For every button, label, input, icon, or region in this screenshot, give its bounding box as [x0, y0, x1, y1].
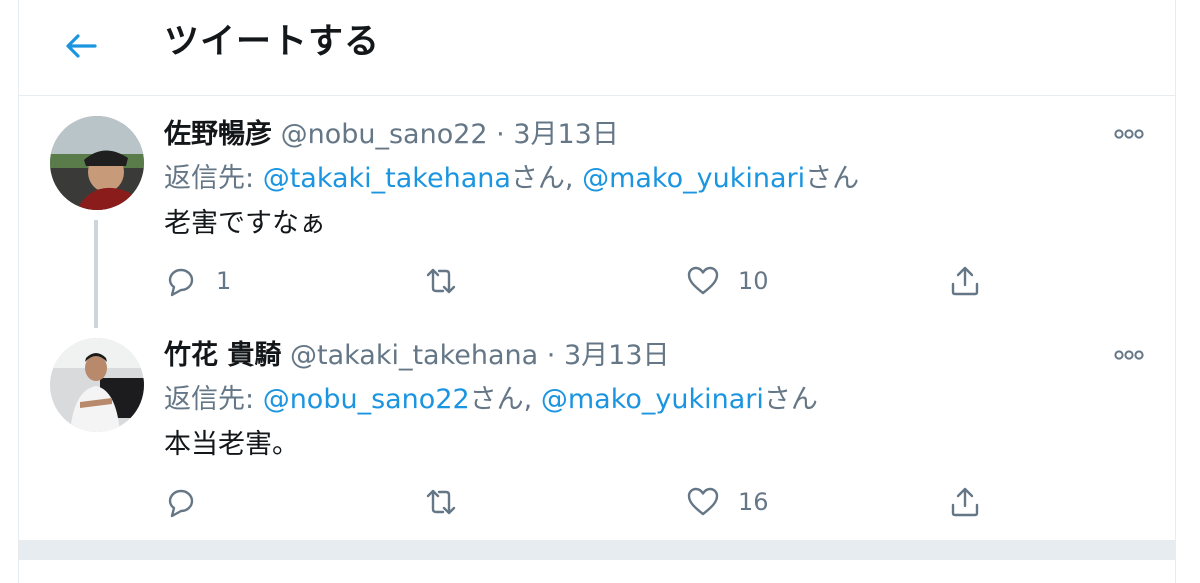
like-count: 10: [738, 267, 769, 295]
avatar[interactable]: [50, 116, 144, 210]
reply-context: 返信先: @takaki_takehanaさん, @mako_yukinariさ…: [164, 161, 859, 197]
user-handle[interactable]: @nobu_sano22: [281, 119, 488, 150]
more-button[interactable]: [1112, 342, 1146, 368]
tweet-text: 老害ですなぁ: [164, 208, 326, 239]
user-handle[interactable]: @takaki_takehana: [290, 340, 538, 371]
display-name[interactable]: 佐野暢彦: [164, 119, 272, 150]
reply-prefix: 返信先:: [164, 384, 263, 415]
heart-icon: [687, 266, 719, 295]
like-button[interactable]: 10: [686, 259, 769, 303]
reply-button[interactable]: 1: [164, 259, 231, 303]
tweet-detail-panel: ツイートする 佐野暢彦 @nobu_sano22 · 3月13日 返信先: @t…: [18, 0, 1176, 583]
retweet-button[interactable]: [424, 259, 476, 303]
reply-icon: [168, 489, 194, 518]
thread-connector: [94, 220, 98, 328]
like-count: 16: [738, 488, 769, 516]
share-button[interactable]: [948, 259, 982, 303]
more-icon: [1114, 129, 1144, 139]
tweet[interactable]: 佐野暢彦 @nobu_sano22 · 3月13日 返信先: @takaki_t…: [19, 97, 1175, 319]
mention-link[interactable]: @takaki_takehana: [263, 163, 511, 194]
page-title: ツイートする: [164, 22, 381, 62]
mention-link[interactable]: @mako_yukinari: [541, 384, 764, 415]
retweet-icon: [426, 268, 456, 294]
avatar[interactable]: [50, 338, 144, 432]
reply-icon: [168, 268, 194, 297]
share-button[interactable]: [948, 480, 982, 524]
share-icon: [951, 266, 979, 296]
arrow-left-icon: [66, 34, 97, 58]
tweet-date[interactable]: 3月13日: [513, 119, 619, 150]
mention-link[interactable]: @mako_yukinari: [582, 163, 805, 194]
page-header: ツイートする: [19, 0, 1175, 96]
tweet-text: 本当老害。: [164, 429, 299, 460]
tweet-header: 佐野暢彦 @nobu_sano22 · 3月13日: [164, 117, 619, 153]
retweet-button[interactable]: [424, 480, 476, 524]
separator-dot: ·: [487, 119, 514, 150]
like-button[interactable]: 16: [686, 480, 769, 524]
tweet-header: 竹花 貴騎 @takaki_takehana · 3月13日: [164, 338, 670, 374]
share-icon: [951, 487, 979, 517]
avatar-photo: [50, 116, 144, 210]
mention-suffix: さん: [763, 384, 818, 415]
mention-link[interactable]: @nobu_sano22: [263, 384, 470, 415]
mention-suffix: さん: [805, 163, 860, 194]
mention-suffix: さん,: [510, 163, 583, 194]
reply-button[interactable]: [164, 480, 216, 524]
back-button[interactable]: [59, 24, 103, 68]
reply-prefix: 返信先:: [164, 163, 263, 194]
retweet-icon: [426, 489, 456, 515]
more-button[interactable]: [1112, 121, 1146, 147]
tweet-actions: 16: [164, 480, 1044, 524]
separator-dot: ·: [538, 340, 564, 371]
tweet[interactable]: 竹花 貴騎 @takaki_takehana · 3月13日 返信先: @nob…: [19, 318, 1175, 540]
heart-icon: [687, 487, 719, 516]
reply-count: 1: [216, 267, 232, 295]
avatar-photo: [50, 338, 144, 432]
tweet-actions: 1 10: [164, 259, 1044, 303]
display-name[interactable]: 竹花 貴騎: [164, 340, 281, 371]
tweet-date[interactable]: 3月13日: [564, 340, 670, 371]
section-divider: [19, 540, 1175, 560]
mention-suffix: さん,: [469, 384, 541, 415]
more-icon: [1114, 350, 1144, 360]
reply-context: 返信先: @nobu_sano22さん, @mako_yukinariさん: [164, 382, 818, 418]
